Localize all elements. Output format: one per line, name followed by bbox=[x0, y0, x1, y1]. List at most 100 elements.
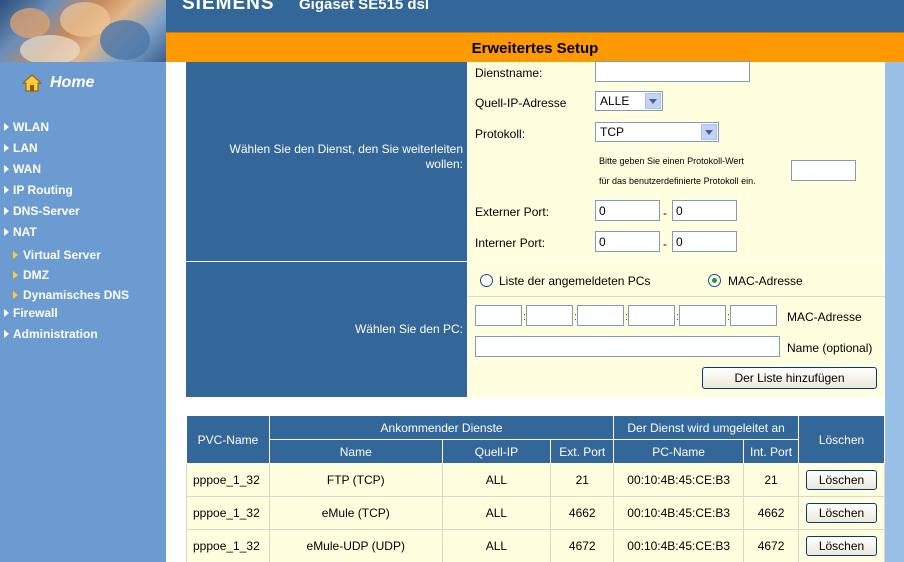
table-row: pppoe_1_32 FTP (TCP) ALL 21 00:10:4B:45:… bbox=[186, 463, 885, 497]
protocol-label: Protokoll: bbox=[475, 127, 526, 141]
internal-port-to-input[interactable] bbox=[672, 231, 737, 252]
sidebar-item-ip-routing[interactable]: IP Routing bbox=[4, 183, 73, 197]
sidebar-item-nat[interactable]: NAT bbox=[4, 225, 37, 239]
delete-button[interactable]: Löschen bbox=[806, 470, 877, 490]
sidebar-item-label: WAN bbox=[13, 162, 41, 176]
arrow-right-icon bbox=[4, 309, 9, 317]
mac-octet-5-input[interactable] bbox=[679, 305, 726, 326]
table-row: pppoe_1_32 eMule (TCP) ALL 4662 00:10:4B… bbox=[186, 496, 885, 530]
external-port-label: Externer Port: bbox=[475, 205, 550, 219]
sidebar-item-wan[interactable]: WAN bbox=[4, 162, 41, 176]
header-pvc-name: PVC-Name bbox=[186, 415, 270, 464]
protocol-value: TCP bbox=[600, 125, 624, 139]
mac-octet-1-input[interactable] bbox=[475, 305, 522, 326]
mac-octet-6-input[interactable] bbox=[730, 305, 777, 326]
cell-pvc: pppoe_1_32 bbox=[186, 463, 270, 497]
delete-button[interactable]: Löschen bbox=[806, 503, 877, 523]
product-name: Gigaset SE515 dsl bbox=[299, 0, 430, 13]
cell-delete: Löschen bbox=[798, 496, 885, 530]
service-name-input[interactable] bbox=[595, 61, 750, 82]
sidebar-item-dns-server[interactable]: DNS-Server bbox=[4, 204, 80, 218]
mac-octet-3-input[interactable] bbox=[577, 305, 624, 326]
arrow-right-icon bbox=[4, 123, 9, 131]
cell-pvc: pppoe_1_32 bbox=[186, 529, 270, 562]
protocol-hint-line-1: Bitte geben Sie einen Protokoll-Wert bbox=[599, 156, 744, 166]
sidebar-subitem-label: DMZ bbox=[23, 268, 49, 282]
cell-delete: Löschen bbox=[798, 529, 885, 562]
cell-source-ip: ALL bbox=[441, 496, 552, 530]
service-row-label: Wählen Sie den Dienst, den Sie weiterlei… bbox=[229, 142, 463, 171]
internal-port-from-input[interactable] bbox=[595, 231, 660, 252]
header-source-ip: Quell-IP bbox=[441, 439, 552, 464]
arrow-right-icon bbox=[4, 228, 9, 236]
chevron-down-icon[interactable] bbox=[645, 93, 661, 109]
sidebar-home-link[interactable]: Home bbox=[21, 74, 95, 92]
sidebar-item-label: DNS-Server bbox=[13, 204, 80, 218]
radio-pc-list-label: Liste der angemeldeten PCs bbox=[499, 274, 651, 288]
internal-port-label: Interner Port: bbox=[475, 236, 546, 250]
cell-int-port: 4662 bbox=[743, 496, 799, 530]
sidebar-item-label: LAN bbox=[13, 141, 38, 155]
cell-ext-port: 4672 bbox=[550, 529, 615, 562]
right-border-strip bbox=[885, 62, 904, 562]
cell-int-port: 4672 bbox=[743, 529, 799, 562]
pc-row-label: Wählen Sie den PC: bbox=[354, 322, 463, 336]
add-to-list-button[interactable]: Der Liste hinzufügen bbox=[702, 367, 877, 389]
chevron-down-icon[interactable] bbox=[701, 124, 717, 140]
pc-name-input[interactable] bbox=[475, 336, 780, 357]
radio-mac-address[interactable] bbox=[708, 274, 721, 287]
cell-name: eMule (TCP) bbox=[268, 496, 443, 530]
radio-pc-list[interactable] bbox=[480, 274, 493, 287]
cell-pc-name: 00:10:4B:45:CE:B3 bbox=[613, 463, 745, 497]
port-range-dash: - bbox=[663, 237, 667, 251]
sidebar-subitem-virtual-server[interactable]: Virtual Server bbox=[13, 248, 101, 262]
pc-row-label-cell: Wählen Sie den PC: bbox=[186, 262, 467, 397]
header-name: Name bbox=[268, 439, 443, 464]
arrow-right-icon bbox=[4, 207, 9, 215]
custom-protocol-input[interactable] bbox=[791, 160, 856, 181]
sidebar-item-firewall[interactable]: Firewall bbox=[4, 306, 58, 320]
cell-name: FTP (TCP) bbox=[268, 463, 443, 497]
source-ip-value: ALLE bbox=[600, 94, 630, 108]
mac-octet-2-input[interactable] bbox=[526, 305, 573, 326]
sidebar-subitem-dmz[interactable]: DMZ bbox=[13, 268, 49, 282]
sidebar-home-label: Home bbox=[50, 74, 95, 91]
brand-logo: SIEMENS bbox=[182, 0, 275, 14]
table-row: pppoe_1_32 eMule-UDP (UDP) ALL 4672 00:1… bbox=[186, 529, 885, 562]
radio-mac-address-label: MAC-Adresse bbox=[728, 274, 803, 288]
cell-source-ip: ALL bbox=[441, 529, 552, 562]
protocol-select[interactable]: TCP bbox=[595, 122, 719, 142]
sidebar-item-label: Administration bbox=[13, 327, 98, 341]
sidebar-item-wlan[interactable]: WLAN bbox=[4, 120, 49, 134]
source-ip-label: Quell-IP-Adresse bbox=[475, 96, 567, 110]
forwarding-table: PVC-Name Ankommender Dienste Der Dienst … bbox=[186, 415, 885, 562]
arrow-right-icon bbox=[13, 251, 18, 259]
header-ext-port: Ext. Port bbox=[550, 439, 615, 464]
header-int-port: Int. Port bbox=[743, 439, 799, 464]
sidebar-subitem-dynamic-dns[interactable]: Dynamisches DNS bbox=[13, 288, 129, 302]
sidebar-subitem-label: Virtual Server bbox=[23, 248, 101, 262]
port-range-dash: - bbox=[663, 206, 667, 220]
sidebar-item-label: WLAN bbox=[13, 120, 49, 134]
cell-delete: Löschen bbox=[798, 463, 885, 497]
sidebar: Home WLAN LAN WAN IP Routing DNS-Server … bbox=[0, 62, 166, 562]
cell-ext-port: 4662 bbox=[550, 496, 615, 530]
home-icon bbox=[21, 74, 43, 92]
sidebar-item-lan[interactable]: LAN bbox=[4, 141, 38, 155]
external-port-to-input[interactable] bbox=[672, 200, 737, 221]
arrow-right-icon bbox=[13, 271, 18, 279]
header-incoming-services: Ankommender Dienste bbox=[268, 415, 615, 440]
cell-name: eMule-UDP (UDP) bbox=[268, 529, 443, 562]
sidebar-subitem-label: Dynamisches DNS bbox=[23, 288, 130, 302]
arrow-right-icon bbox=[4, 186, 9, 194]
delete-button[interactable]: Löschen bbox=[806, 536, 877, 556]
sidebar-item-administration[interactable]: Administration bbox=[4, 327, 98, 341]
external-port-from-input[interactable] bbox=[595, 200, 660, 221]
source-ip-select[interactable]: ALLE bbox=[595, 91, 663, 111]
protocol-hint-line-2: für das benutzerdefinierte Protokoll ein… bbox=[599, 176, 756, 186]
mac-octet-4-input[interactable] bbox=[628, 305, 675, 326]
arrow-right-icon bbox=[13, 291, 18, 299]
arrow-right-icon bbox=[4, 165, 9, 173]
service-row-label-cell: Wählen Sie den Dienst, den Sie weiterlei… bbox=[186, 62, 467, 261]
cell-pc-name: 00:10:4B:45:CE:B3 bbox=[613, 529, 745, 562]
